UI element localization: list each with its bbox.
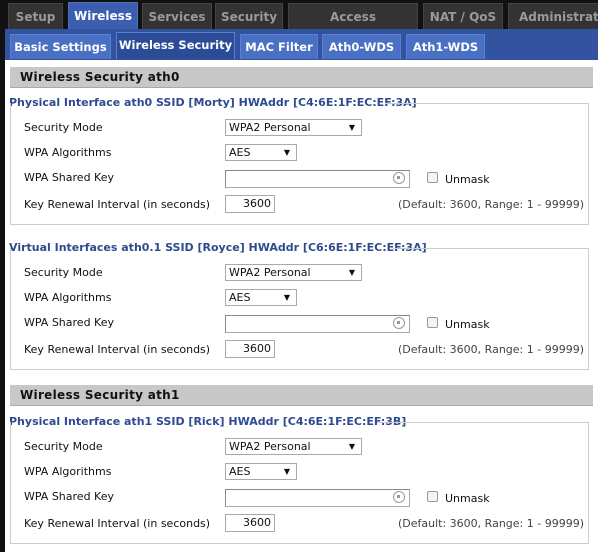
unmask-checkbox[interactable] xyxy=(427,317,438,328)
wpa-algorithms-value: AES xyxy=(229,146,251,159)
unmask-checkbox[interactable] xyxy=(427,172,438,183)
wpa-algorithms-select[interactable]: AES ▼ xyxy=(225,289,297,306)
key-renewal-hint: (Default: 3600, Range: 1 - 99999) xyxy=(398,517,584,530)
dropdown-arrow-icon: ▼ xyxy=(348,268,355,277)
wpa-algorithms-value: AES xyxy=(229,291,251,304)
password-manager-icon[interactable] xyxy=(393,317,405,329)
security-mode-value: WPA2 Personal xyxy=(229,440,311,453)
tab-services[interactable]: Services xyxy=(142,3,212,30)
key-renewal-input[interactable]: 3600 xyxy=(225,195,275,213)
security-mode-label: Security Mode xyxy=(24,121,103,134)
tab-administration[interactable]: Administration xyxy=(508,3,598,30)
security-mode-label: Security Mode xyxy=(24,440,103,453)
shared-key-label: WPA Shared Key xyxy=(24,316,114,329)
wpa-algorithms-select[interactable]: AES ▼ xyxy=(225,144,297,161)
security-mode-label: Security Mode xyxy=(24,266,103,279)
subtab-ath0-wds[interactable]: Ath0-WDS xyxy=(322,34,401,59)
unmask-checkbox[interactable] xyxy=(427,491,438,502)
section-header: Wireless Security ath0 xyxy=(10,67,593,88)
tab-setup[interactable]: Setup xyxy=(8,3,63,30)
security-mode-value: WPA2 Personal xyxy=(229,266,311,279)
shared-key-label: WPA Shared Key xyxy=(24,171,114,184)
tab-nat-qos[interactable]: NAT / QoS xyxy=(423,3,503,30)
shared-key-input[interactable] xyxy=(225,170,410,188)
wpa-algorithms-label: WPA Algorithms xyxy=(24,291,112,304)
key-renewal-hint: (Default: 3600, Range: 1 - 99999) xyxy=(398,343,584,356)
shared-key-input[interactable] xyxy=(225,315,410,333)
security-mode-value: WPA2 Personal xyxy=(229,121,311,134)
dropdown-arrow-icon: ▼ xyxy=(283,148,290,157)
unmask-label: Unmask xyxy=(445,173,490,186)
section-header: Wireless Security ath1 xyxy=(10,385,593,406)
key-renewal-hint: (Default: 3600, Range: 1 - 99999) xyxy=(398,198,584,211)
subtab-wireless-security[interactable]: Wireless Security xyxy=(116,32,235,59)
tab-access-restrictions[interactable]: Access Restrictions xyxy=(288,3,418,50)
subtab-basic-settings[interactable]: Basic Settings xyxy=(10,34,111,59)
security-mode-select[interactable]: WPA2 Personal ▼ xyxy=(225,438,362,455)
tab-security[interactable]: Security xyxy=(215,3,283,30)
password-manager-icon[interactable] xyxy=(393,172,405,184)
shared-key-label: WPA Shared Key xyxy=(24,490,114,503)
dropdown-arrow-icon: ▼ xyxy=(348,442,355,451)
key-renewal-label: Key Renewal Interval (in seconds) xyxy=(24,343,211,356)
wpa-algorithms-label: WPA Algorithms xyxy=(24,465,112,478)
key-renewal-label: Key Renewal Interval (in seconds) xyxy=(24,198,211,211)
security-mode-select[interactable]: WPA2 Personal ▼ xyxy=(225,119,362,136)
unmask-label: Unmask xyxy=(445,318,490,331)
key-renewal-input[interactable]: 3600 xyxy=(225,340,275,358)
wpa-algorithms-value: AES xyxy=(229,465,251,478)
shared-key-input[interactable] xyxy=(225,489,410,507)
key-renewal-input[interactable]: 3600 xyxy=(225,514,275,532)
key-renewal-label: Key Renewal Interval (in seconds) xyxy=(24,517,211,530)
dropdown-arrow-icon: ▼ xyxy=(348,123,355,132)
wpa-algorithms-label: WPA Algorithms xyxy=(24,146,112,159)
security-mode-select[interactable]: WPA2 Personal ▼ xyxy=(225,264,362,281)
subtab-ath1-wds[interactable]: Ath1-WDS xyxy=(406,34,485,59)
wpa-algorithms-select[interactable]: AES ▼ xyxy=(225,463,297,480)
unmask-label: Unmask xyxy=(445,492,490,505)
dropdown-arrow-icon: ▼ xyxy=(283,467,290,476)
tab-wireless[interactable]: Wireless xyxy=(68,2,138,31)
dropdown-arrow-icon: ▼ xyxy=(283,293,290,302)
password-manager-icon[interactable] xyxy=(393,491,405,503)
subtab-mac-filter[interactable]: MAC Filter xyxy=(240,34,318,59)
